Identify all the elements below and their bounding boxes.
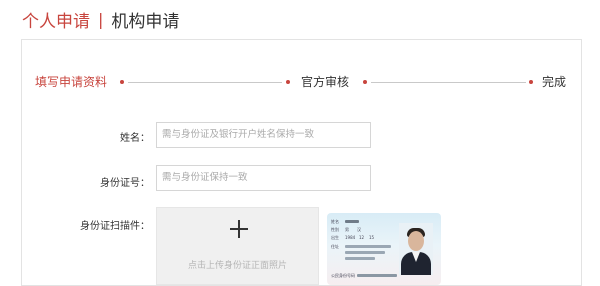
sample-id-card-image: 姓名 性别 男 汉 出生 1984 12 15 住址 公民身份号码 [327,213,441,285]
tab-personal-application[interactable]: 个人申请 [22,7,90,32]
progress-steps: 填写申请资料 官方审核 完成 [22,40,581,130]
step-dot-2 [286,80,290,84]
id-front-upload-button[interactable]: 点击上传身份证正面照片 [156,207,319,285]
step-dot-4 [529,80,533,84]
step-dot-3 [363,80,367,84]
step-dot-1 [120,80,124,84]
step-fill-info: 填写申请资料 [35,75,108,89]
step-official-review: 官方审核 [301,75,350,89]
id-number-label: 身份证号： [100,178,150,189]
plus-icon [230,220,248,238]
name-label: 姓名： [120,133,150,144]
step-complete: 完成 [542,75,567,89]
application-type-tabs: 个人申请 | 机构申请 [22,6,179,32]
id-number-input[interactable]: 需与身份证保持一致 [156,165,371,191]
tab-separator: | [98,9,104,29]
step-connector-1 [128,82,282,83]
upload-hint: 点击上传身份证正面照片 [187,261,287,271]
step-connector-2 [371,82,526,83]
id-photo [399,223,433,275]
application-form-panel: 填写申请资料 官方审核 完成 姓名： 需与身份证及银行开户姓名保持一致 身份证号… [21,39,582,286]
id-scan-label: 身份证扫描件： [80,221,150,232]
tab-organization-application[interactable]: 机构申请 [111,7,179,32]
name-input[interactable]: 需与身份证及银行开户姓名保持一致 [156,122,371,148]
